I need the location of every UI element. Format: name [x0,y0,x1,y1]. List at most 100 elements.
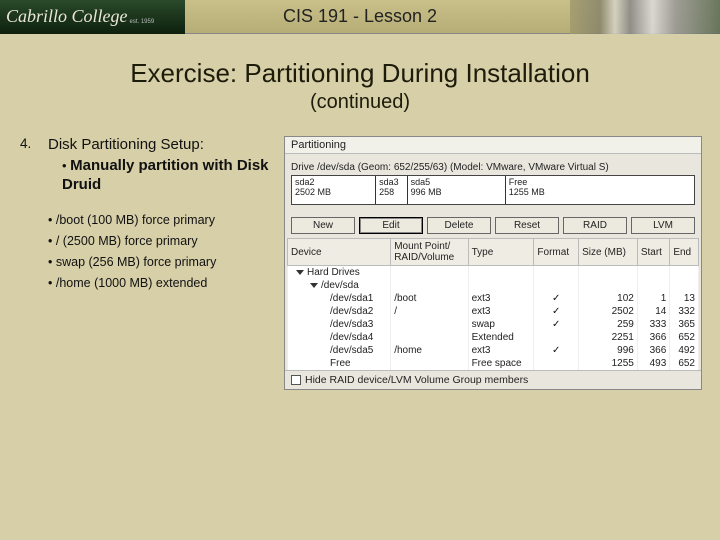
cell-start: 366 [637,344,669,357]
content-row: 4. Disk Partitioning Setup: Manually par… [0,136,720,390]
cell-size: 2502 [579,305,638,318]
cell-start: 333 [637,318,669,331]
cell-size: 2251 [579,331,638,344]
map-seg-free[interactable]: Free 1255 MB [506,176,694,204]
triangle-icon[interactable] [310,283,318,288]
col-mount[interactable]: Mount Point/ RAID/Volume [391,239,468,266]
table-row[interactable]: /dev/sda2/ext3✓250214332 [288,305,699,318]
cell-start [637,279,669,292]
slide-subtitle: (continued) [0,91,720,114]
cell-device: /dev/sda3 [330,319,373,330]
list-item: / (2500 MB) force primary [48,234,280,248]
cell-mount [391,266,468,280]
check-icon: ✓ [552,293,560,304]
cell-mount [391,318,468,331]
raid-button[interactable]: RAID [563,217,627,234]
table-row[interactable]: Free Free space 1255493652 [288,357,699,370]
cell-format [534,279,579,292]
map-seg-size: 1255 MB [509,187,691,197]
partition-table: Device Mount Point/ RAID/Volume Type For… [287,238,699,370]
cell-format: ✓ [534,305,579,318]
cell-size: 259 [579,318,638,331]
cell-start: 493 [637,357,669,370]
triangle-icon[interactable] [296,270,304,275]
cell-size [579,279,638,292]
reset-button[interactable]: Reset [495,217,559,234]
cell-device: /dev/sda1 [330,293,373,304]
cell-format: ✓ [534,292,579,305]
cell-type: ext3 [468,305,534,318]
step-number: 4. [20,136,31,151]
cell-device: Hard Drives [307,267,360,278]
cell-end: 652 [670,357,699,370]
map-seg-sda3[interactable]: sda3 258 [376,176,408,204]
cell-device: Free [330,358,351,369]
cell-end: 652 [670,331,699,344]
table-row[interactable]: /dev/sda [288,279,699,292]
cell-format: ✓ [534,344,579,357]
table-row[interactable]: /dev/sda1/bootext3✓102113 [288,292,699,305]
hide-raid-checkbox[interactable] [291,375,301,385]
edit-button[interactable]: Edit [359,217,423,234]
cell-format: ✓ [534,318,579,331]
table-row[interactable]: /dev/sda4Extended2251366652 [288,331,699,344]
cell-mount: /home [391,344,468,357]
col-start[interactable]: Start [637,239,669,266]
cell-end: 332 [670,305,699,318]
cell-end [670,279,699,292]
list-item: /boot (100 MB) force primary [48,213,280,227]
map-seg-size: 996 MB [411,187,502,197]
col-size[interactable]: Size (MB) [579,239,638,266]
map-seg-name: sda3 [379,177,404,187]
cell-size: 1255 [579,357,638,370]
cell-mount [391,279,468,292]
list-item: swap (256 MB) force primary [48,255,280,269]
cell-start [637,266,669,280]
table-row[interactable]: Hard Drives [288,266,699,280]
map-seg-size: 2502 MB [295,187,372,197]
map-seg-name: sda5 [411,177,502,187]
cell-format [534,331,579,344]
cell-type: ext3 [468,344,534,357]
cell-end: 365 [670,318,699,331]
cell-format [534,266,579,280]
cell-device: /dev/sda4 [330,332,373,343]
check-icon: ✓ [552,306,560,317]
col-format[interactable]: Format [534,239,579,266]
cell-type: Free space [468,357,534,370]
new-button[interactable]: New [291,217,355,234]
check-icon: ✓ [552,319,560,330]
cell-start: 366 [637,331,669,344]
step-subheading: Manually partition with Disk Druid [62,157,269,193]
cell-end: 492 [670,344,699,357]
header-photo [570,0,720,34]
cell-size [579,266,638,280]
slide-title: Exercise: Partitioning During Installati… [0,58,720,89]
map-seg-sda5[interactable]: sda5 996 MB [408,176,506,204]
footer-checkbox-row: Hide RAID device/LVM Volume Group member… [285,370,701,389]
table-row[interactable]: /dev/sda5/homeext3✓996366492 [288,344,699,357]
map-seg-name: sda2 [295,177,372,187]
left-column: 4. Disk Partitioning Setup: Manually par… [20,136,280,390]
partition-window: Partitioning Drive /dev/sda (Geom: 652/2… [284,136,702,390]
map-seg-sda2[interactable]: sda2 2502 MB [292,176,376,204]
delete-button[interactable]: Delete [427,217,491,234]
lvm-button[interactable]: LVM [631,217,695,234]
cell-device: /dev/sda2 [330,306,373,317]
hide-raid-label: Hide RAID device/LVM Volume Group member… [305,374,528,386]
col-type[interactable]: Type [468,239,534,266]
partition-map: sda2 2502 MB sda3 258 sda5 996 MB Free 1… [291,175,695,205]
window-title: Partitioning [285,137,701,154]
cell-device: /dev/sda [321,280,359,291]
cell-end: 13 [670,292,699,305]
cell-size: 996 [579,344,638,357]
cell-start: 14 [637,305,669,318]
col-device[interactable]: Device [288,239,391,266]
table-row[interactable]: /dev/sda3swap✓259333365 [288,318,699,331]
drive-label: Drive /dev/sda (Geom: 652/255/63) (Model… [291,162,695,173]
col-end[interactable]: End [670,239,699,266]
step-heading: Disk Partitioning Setup: [48,136,280,153]
cell-start: 1 [637,292,669,305]
partition-instruction-list: /boot (100 MB) force primary / (2500 MB)… [48,213,280,290]
list-item: /home (1000 MB) extended [48,276,280,290]
